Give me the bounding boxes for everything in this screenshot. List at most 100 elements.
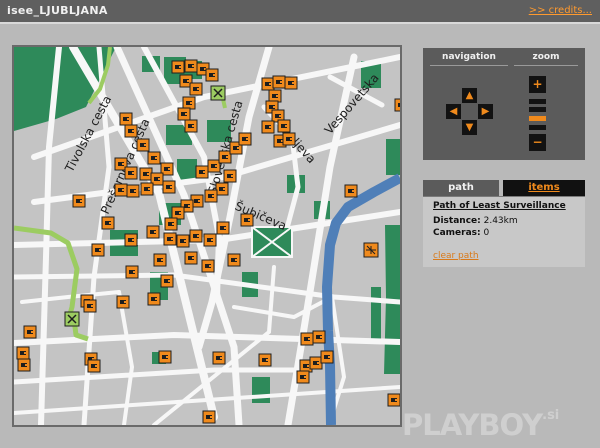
camera-marker-icon[interactable]	[23, 325, 37, 339]
camera-marker-icon[interactable]	[227, 253, 241, 267]
zoom-step[interactable]	[529, 99, 546, 104]
camera-marker-icon[interactable]	[171, 60, 185, 74]
chevron-down-icon: ▼	[465, 122, 474, 133]
navigation-panel: navigation zoom ▲ ◀ ▶ ▼ + −	[423, 48, 585, 160]
camera-marker-icon[interactable]	[272, 75, 286, 89]
chevron-left-icon: ◀	[449, 106, 458, 117]
camera-marker-icon[interactable]	[91, 243, 105, 257]
city-map[interactable]: Tivolska cesta Prešernova cesta Slovensk…	[14, 47, 400, 425]
app-title: isee_LJUBLJANA	[7, 4, 108, 17]
camera-marker-icon[interactable]	[387, 393, 400, 407]
camera-marker-icon[interactable]	[261, 77, 275, 91]
camera-marker-icon[interactable]	[72, 194, 86, 208]
pan-up-button[interactable]: ▲	[462, 88, 477, 103]
camera-marker-icon[interactable]	[184, 119, 198, 133]
camera-marker-icon[interactable]	[195, 165, 209, 179]
info-tabs: path items	[423, 180, 585, 196]
navigation-heading: navigation	[430, 51, 508, 66]
camera-marker-icon[interactable]	[201, 259, 215, 273]
camera-marker-icon[interactable]	[147, 151, 161, 165]
camera-marker-icon[interactable]	[162, 180, 176, 194]
camera-marker-icon[interactable]	[17, 358, 31, 372]
camera-marker-icon[interactable]	[394, 98, 400, 112]
zoom-out-button[interactable]: −	[529, 134, 546, 151]
camera-marker-icon[interactable]	[240, 213, 254, 227]
camera-marker-icon[interactable]	[207, 159, 221, 173]
camera-marker-icon[interactable]	[189, 82, 203, 96]
pan-down-button[interactable]: ▼	[462, 120, 477, 135]
camera-marker-icon[interactable]	[300, 332, 314, 346]
camera-marker-icon[interactable]	[320, 350, 334, 364]
camera-marker-icon[interactable]	[189, 229, 203, 243]
camera-marker-icon[interactable]	[83, 299, 97, 313]
camera-marker-icon[interactable]	[87, 359, 101, 373]
tab-items[interactable]: items	[503, 180, 585, 196]
camera-marker-icon[interactable]	[124, 233, 138, 247]
camera-marker-icon[interactable]	[124, 166, 138, 180]
camera-marker-icon[interactable]	[282, 132, 296, 146]
zoom-step[interactable]	[529, 107, 546, 112]
camera-marker-icon[interactable]	[146, 225, 160, 239]
path-title: Path of Least Surveillance	[433, 201, 566, 211]
camera-marker-icon[interactable]	[204, 189, 218, 203]
camera-marker-icon[interactable]	[223, 169, 237, 183]
zoom-step-active[interactable]	[529, 116, 546, 121]
camera-marker-icon[interactable]	[284, 76, 298, 90]
camera-marker-icon[interactable]	[218, 150, 232, 164]
sunburst-marker-icon[interactable]	[363, 242, 379, 258]
camera-marker-icon[interactable]	[125, 265, 139, 279]
camera-marker-icon[interactable]	[258, 353, 272, 367]
camera-marker-icon[interactable]	[309, 356, 323, 370]
camera-marker-icon[interactable]	[158, 350, 172, 364]
distance-label: Distance:	[433, 216, 481, 226]
map-viewport[interactable]: Tivolska cesta Prešernova cesta Slovensk…	[12, 45, 402, 427]
camera-marker-icon[interactable]	[171, 206, 185, 220]
camera-marker-icon[interactable]	[177, 107, 191, 121]
zoom-heading: zoom	[514, 51, 578, 66]
camera-marker-icon[interactable]	[184, 59, 198, 73]
camera-marker-icon[interactable]	[114, 183, 128, 197]
zoom-in-button[interactable]: +	[529, 76, 546, 93]
camera-marker-icon[interactable]	[101, 216, 115, 230]
camera-marker-icon[interactable]	[139, 167, 153, 181]
camera-marker-icon[interactable]	[277, 119, 291, 133]
camera-marker-icon[interactable]	[126, 184, 140, 198]
info-panel: path items Path of Least Surveillance Di…	[423, 180, 585, 428]
chevron-right-icon: ▶	[481, 106, 490, 117]
camera-marker-icon[interactable]	[184, 251, 198, 265]
camera-marker-icon[interactable]	[153, 253, 167, 267]
camera-marker-icon[interactable]	[160, 274, 174, 288]
camera-marker-icon[interactable]	[238, 132, 252, 146]
camera-marker-icon[interactable]	[212, 351, 226, 365]
direction-pad: ▲ ◀ ▶ ▼	[430, 70, 510, 152]
tab-path[interactable]: path	[423, 180, 499, 196]
camera-marker-icon[interactable]	[119, 112, 133, 126]
camera-marker-icon[interactable]	[296, 370, 310, 384]
zoom-step[interactable]	[529, 125, 546, 130]
camera-marker-icon[interactable]	[215, 182, 229, 196]
clear-path-link[interactable]: clear path	[433, 251, 479, 261]
camera-marker-icon[interactable]	[140, 182, 154, 196]
camera-marker-icon[interactable]	[147, 292, 161, 306]
camera-marker-icon[interactable]	[16, 346, 30, 360]
camera-marker-icon[interactable]	[216, 221, 230, 235]
camera-marker-icon[interactable]	[202, 410, 216, 424]
camera-marker-icon[interactable]	[116, 295, 130, 309]
camera-marker-icon[interactable]	[163, 232, 177, 246]
camera-marker-icon[interactable]	[268, 89, 282, 103]
camera-marker-icon[interactable]	[164, 217, 178, 231]
camera-marker-icon[interactable]	[203, 233, 217, 247]
camera-marker-icon[interactable]	[205, 68, 219, 82]
pan-right-button[interactable]: ▶	[478, 104, 493, 119]
pan-left-button[interactable]: ◀	[446, 104, 461, 119]
watermark-text: PLAYBOY	[402, 408, 543, 442]
camera-marker-icon[interactable]	[261, 120, 275, 134]
camera-marker-icon[interactable]	[312, 330, 326, 344]
cameras-label: Cameras:	[433, 228, 481, 238]
camera-marker-icon[interactable]	[136, 138, 150, 152]
camera-marker-icon[interactable]	[344, 184, 358, 198]
credits-link[interactable]: >> credits...	[529, 5, 592, 16]
camera-marker-icon[interactable]	[182, 96, 196, 110]
camera-marker-icon[interactable]	[124, 124, 138, 138]
camera-marker-icon[interactable]	[176, 234, 190, 248]
